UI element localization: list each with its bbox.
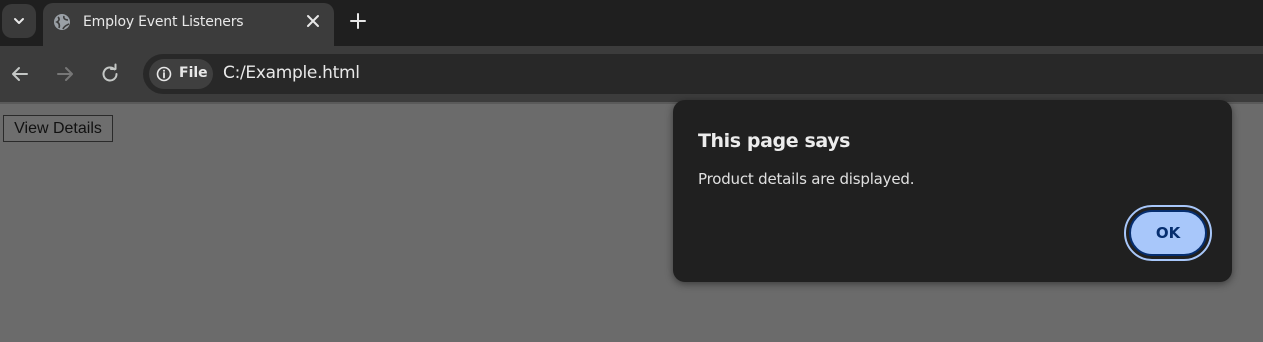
plus-icon[interactable]	[347, 10, 369, 32]
alert-dialog: This page says Product details are displ…	[673, 100, 1232, 282]
arrow-right-icon[interactable]	[53, 62, 77, 86]
dialog-message: Product details are displayed.	[698, 170, 915, 188]
address-bar[interactable]: File C:/Example.html	[143, 54, 1263, 94]
site-info-label: File	[179, 65, 208, 81]
tab-strip: Employ Event Listeners	[0, 0, 1263, 46]
view-details-button[interactable]: View Details	[3, 115, 113, 142]
globe-icon	[54, 14, 70, 30]
chevron-down-icon	[14, 18, 24, 24]
dialog-title: This page says	[698, 130, 851, 152]
reload-icon[interactable]	[98, 62, 122, 86]
tab-title: Employ Event Listeners	[83, 14, 244, 30]
tab-search-button[interactable]	[2, 4, 36, 38]
url-text[interactable]: C:/Example.html	[223, 63, 360, 83]
toolbar: File C:/Example.html	[0, 46, 1263, 102]
site-info-chip[interactable]: File	[149, 59, 213, 89]
ok-button[interactable]: OK	[1129, 210, 1207, 256]
close-icon[interactable]	[305, 13, 321, 29]
info-icon	[156, 66, 172, 82]
tab-active[interactable]: Employ Event Listeners	[43, 3, 334, 46]
arrow-left-icon[interactable]	[8, 62, 32, 86]
